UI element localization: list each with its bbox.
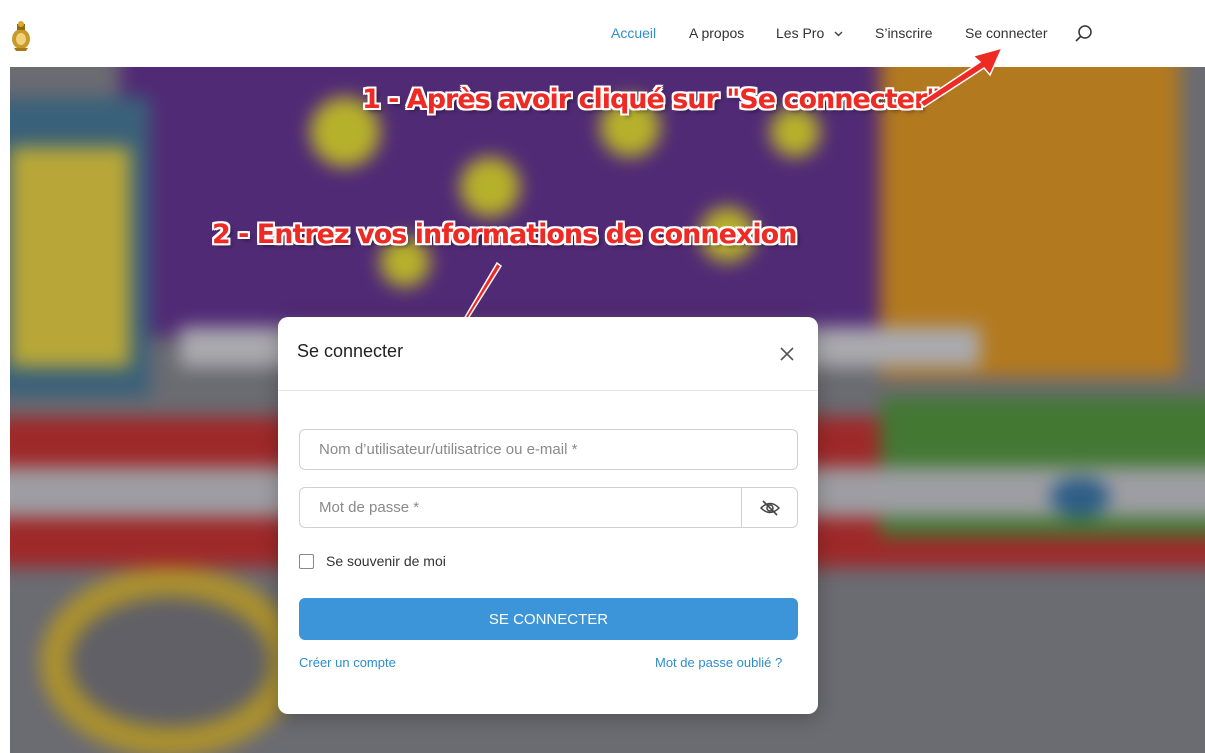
remember-me-checkbox[interactable] — [299, 553, 314, 569]
close-icon[interactable] — [776, 343, 798, 365]
login-modal: Se connecter Se souvenir de moi SE CONNE… — [278, 317, 818, 714]
password-field — [299, 487, 798, 528]
nav-item-sinscrire[interactable]: S’inscrire — [875, 24, 933, 42]
login-submit-button[interactable]: SE CONNECTER — [299, 598, 798, 640]
remember-me[interactable]: Se souvenir de moi — [299, 553, 446, 569]
nav-item-se-connecter[interactable]: Se connecter — [965, 24, 1048, 42]
password-input[interactable] — [300, 488, 742, 527]
toggle-password-visibility-button[interactable] — [741, 488, 797, 527]
nav-item-a-propos[interactable]: A propos — [689, 24, 744, 42]
username-input[interactable] — [300, 430, 797, 469]
modal-title: Se connecter — [297, 341, 404, 361]
eye-off-icon — [759, 499, 780, 516]
site-header: Accueil A propos Les Pro S’inscrire Se c… — [0, 0, 1205, 66]
search-icon[interactable] — [1074, 24, 1094, 44]
annotation-step-1: 1 - Après avoir cliqué sur "Se connecter… — [362, 84, 940, 115]
remember-me-label: Se souvenir de moi — [326, 553, 446, 569]
modal-divider — [278, 390, 818, 391]
username-field — [299, 429, 798, 470]
nav-item-accueil[interactable]: Accueil — [611, 24, 656, 42]
nav-item-les-pro-label: Les Pro — [776, 25, 825, 41]
annotation-step-2: 2 - Entrez vos informations de connexion — [212, 219, 797, 250]
site-logo-icon[interactable] — [8, 20, 34, 52]
chevron-down-icon — [834, 31, 843, 37]
nav-item-les-pro[interactable]: Les Pro — [776, 24, 843, 42]
lost-password-link[interactable]: Mot de passe oublié ? — [655, 655, 782, 670]
create-account-link[interactable]: Créer un compte — [299, 655, 396, 670]
